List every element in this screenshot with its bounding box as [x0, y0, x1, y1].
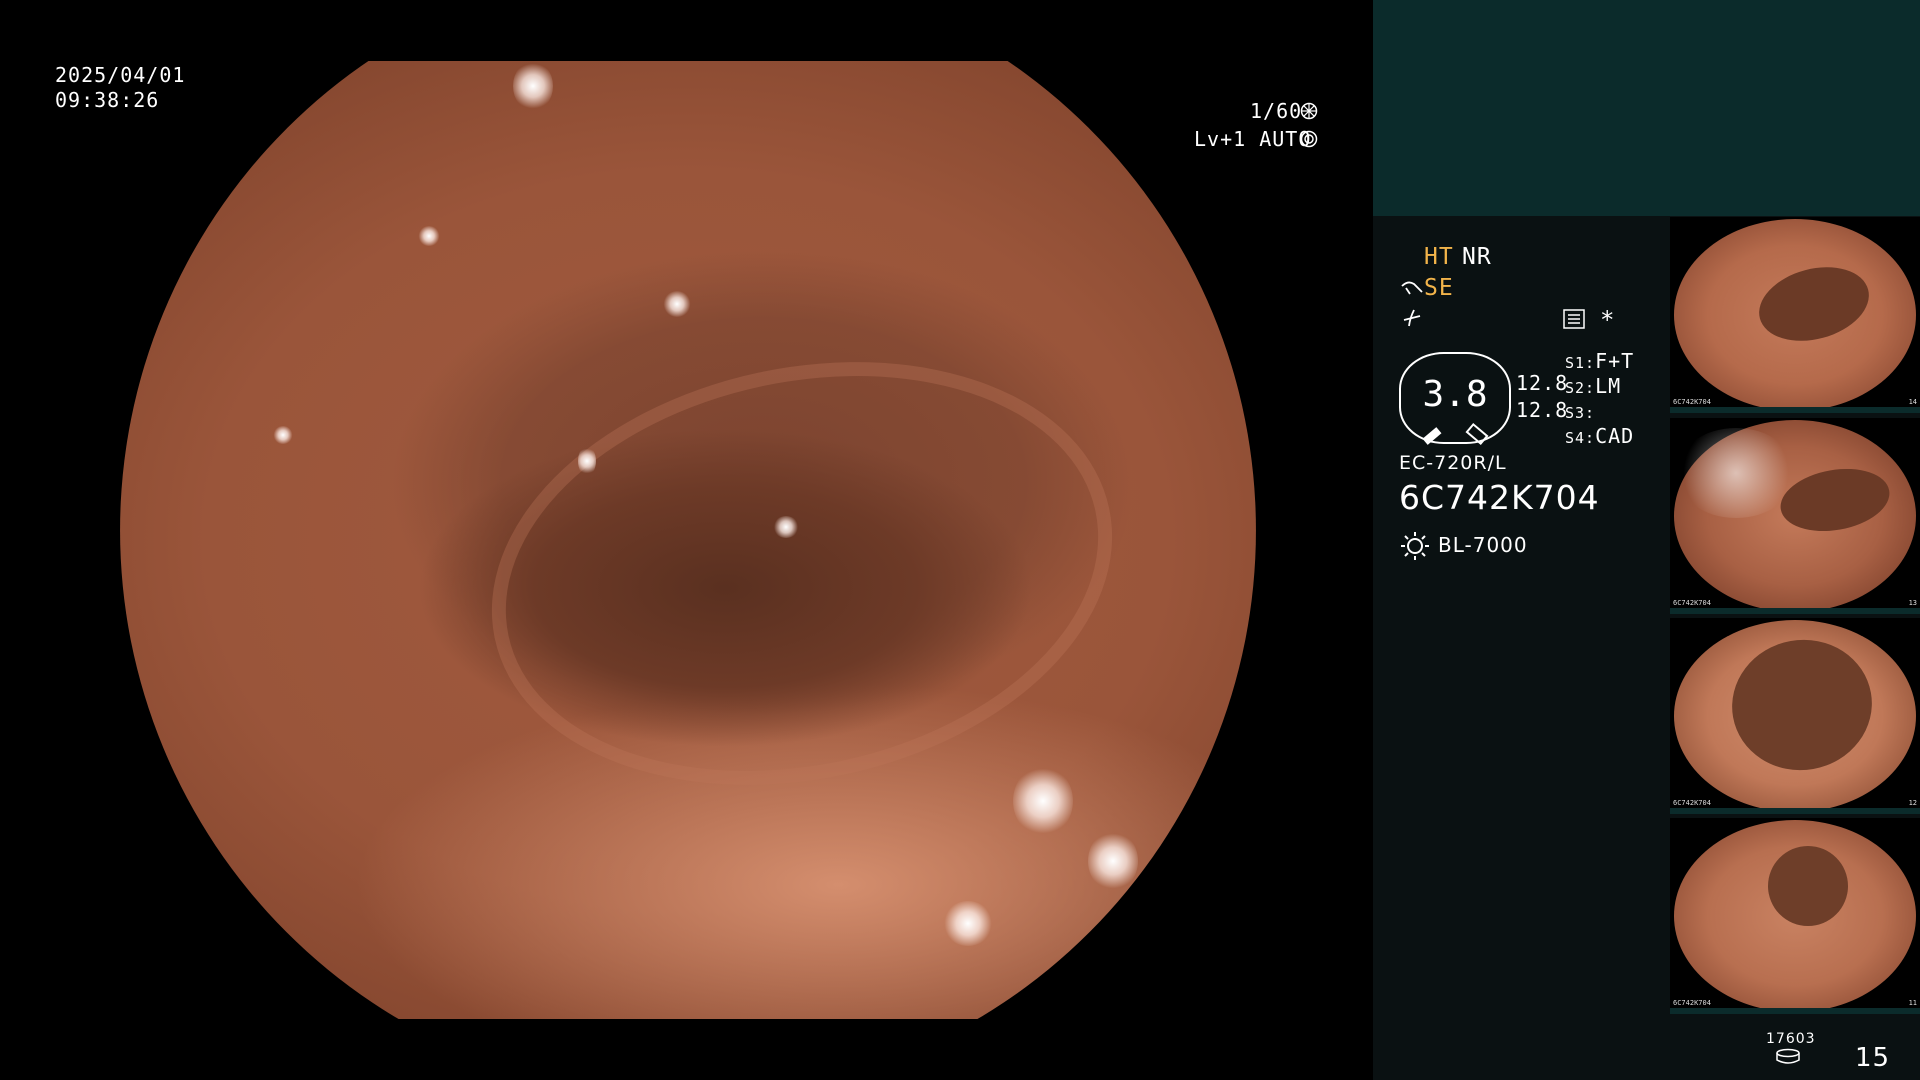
specular-glare [773, 516, 799, 538]
switch-value: CAD [1595, 424, 1635, 448]
image-count: 15 [1855, 1043, 1891, 1073]
switch-row-s3: S3: [1565, 399, 1595, 426]
switch-row-s2: S2:LM [1565, 374, 1621, 401]
gauge-left-marker [1422, 427, 1442, 445]
scale-top-value: 12.8 [1516, 371, 1569, 395]
zoom-value: 3.8 [1422, 374, 1488, 415]
zoom-gauge: 3.8 [1399, 352, 1511, 446]
specular-glare [1088, 831, 1138, 891]
scope-model: EC-720R/L [1399, 452, 1507, 474]
light-source-label: BL-7000 [1438, 533, 1528, 557]
se-indicator: SE [1424, 275, 1454, 301]
thumbnail-serial: 6C742K704 [1673, 599, 1711, 607]
ht-indicator: HT [1424, 244, 1454, 270]
lumen-fold [452, 306, 1152, 840]
specular-glare [418, 226, 440, 246]
asterisk-icon: * [1600, 306, 1616, 334]
time-label: 09:38:26 [55, 88, 160, 112]
specular-glare [1013, 766, 1073, 836]
thumbnail-2[interactable]: 6C742K704 13 [1670, 418, 1920, 614]
thumbnail-index: 14 [1908, 398, 1917, 406]
thumbnail-4[interactable]: 6C742K704 11 [1670, 818, 1920, 1014]
nr-indicator: NR [1462, 244, 1492, 270]
thumbnail-1[interactable]: 6C742K704 14 [1670, 217, 1920, 413]
storage-icon [1776, 1048, 1800, 1064]
switch-key: S4: [1565, 429, 1596, 447]
scale-bottom-value: 12.8 [1516, 398, 1569, 422]
pump-icon [1401, 281, 1423, 295]
switch-value: LM [1595, 374, 1622, 398]
thumbnail-serial: 6C742K704 [1673, 799, 1711, 807]
storage-count: 17603 [1766, 1031, 1816, 1047]
thumbnail-index: 13 [1908, 599, 1917, 607]
switch-row-s1: S1:F+T [1565, 349, 1634, 376]
shutter-speed-label: 1/60 [1250, 99, 1303, 123]
scope-serial: 6C742K704 [1399, 478, 1600, 517]
switch-key: S2: [1565, 379, 1596, 397]
specular-glare [663, 291, 691, 317]
light-source-icon [1401, 532, 1429, 560]
switch-key: S1: [1565, 354, 1596, 372]
iris-icon [1300, 130, 1318, 148]
thumbnail-index: 11 [1908, 999, 1917, 1007]
endoscope-live-view [120, 61, 1256, 1019]
date-label: 2025/04/01 [55, 63, 186, 87]
switch-key: S3: [1565, 404, 1596, 422]
thumbnail-index: 12 [1908, 799, 1917, 807]
settings-icon [1563, 309, 1585, 329]
switch-value: F+T [1595, 349, 1635, 373]
thumbnail-3[interactable]: 6C742K704 12 [1670, 618, 1920, 814]
specular-glare [273, 426, 293, 444]
thumbnail-serial: 6C742K704 [1673, 398, 1711, 406]
switch-row-s4: S4:CAD [1565, 424, 1634, 451]
enhance-icon [1403, 309, 1421, 327]
specular-glare [578, 446, 596, 476]
specular-glare [513, 61, 553, 111]
specular-glare [943, 901, 993, 946]
thumbnail-serial: 6C742K704 [1673, 999, 1711, 1007]
patient-info-box [1373, 0, 1920, 216]
shutter-icon [1300, 102, 1318, 120]
iris-mode-label: Lv+1 AUTO [1194, 127, 1312, 151]
